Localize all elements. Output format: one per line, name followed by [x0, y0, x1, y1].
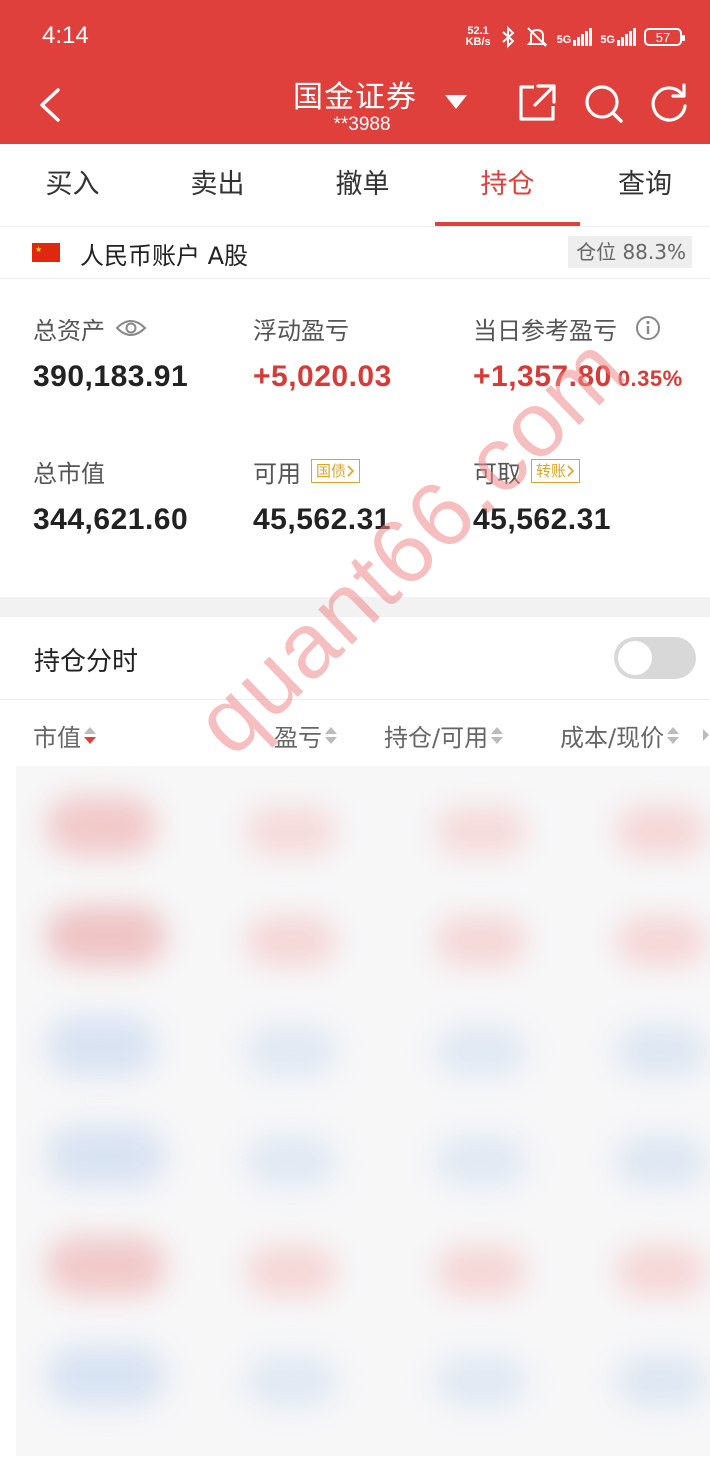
- realtime-toggle[interactable]: [614, 637, 696, 679]
- network-speed: 52.1 KB/s: [466, 26, 491, 48]
- blurred-row: [616, 1356, 706, 1406]
- toggle-knob: [618, 641, 652, 675]
- chevron-right-icon: [347, 465, 355, 477]
- realtime-holdings-label: 持仓分时: [34, 647, 139, 677]
- broker-title[interactable]: 国金证券: [293, 72, 417, 116]
- col-cost-price-label: 成本/现价: [560, 724, 665, 752]
- col-position-available-label: 持仓/可用: [384, 724, 489, 752]
- col-position-available[interactable]: 持仓/可用: [384, 718, 504, 753]
- available-label: 可用: [253, 459, 301, 488]
- blurred-row: [46, 906, 166, 966]
- status-bar: 4:14 52.1 KB/s 5G 5G 57: [0, 0, 710, 72]
- blurred-row: [46, 1126, 166, 1186]
- blurred-row: [46, 1346, 166, 1406]
- col-market-value[interactable]: 市值: [33, 718, 97, 753]
- col-market-value-label: 市值: [33, 724, 81, 752]
- blurred-row: [436, 806, 526, 856]
- blurred-row: [616, 916, 706, 966]
- blurred-row: [436, 916, 526, 966]
- market-value: 总市值 344,621.60: [33, 455, 188, 537]
- blurred-row: [616, 1246, 706, 1296]
- info-icon[interactable]: [635, 315, 661, 341]
- treasury-bond-tag: 国债: [316, 462, 347, 480]
- position-ratio-badge: 仓位 88.3%: [568, 236, 692, 268]
- sort-icon: [83, 724, 97, 748]
- col-cost-price[interactable]: 成本/现价: [560, 718, 680, 753]
- blurred-row: [46, 1016, 156, 1076]
- search-icon[interactable]: [582, 82, 624, 124]
- trade-tabs: 买入 卖出 撤单 持仓 查询: [0, 144, 710, 227]
- blurred-row: [246, 1136, 336, 1186]
- network-speed-unit: KB/s: [465, 36, 491, 48]
- blurred-row: [246, 1356, 336, 1406]
- treasury-bond-link[interactable]: 国债: [311, 459, 361, 483]
- blurred-row: [616, 1136, 706, 1186]
- blurred-row: [246, 1026, 336, 1076]
- share-icon[interactable]: [516, 82, 558, 124]
- blurred-row: [616, 1026, 706, 1076]
- holdings-column-headers: 市值 盈亏 持仓/可用 成本/现价: [0, 700, 710, 766]
- scroll-right-arrow-icon: [703, 729, 709, 741]
- position-label: 仓位: [576, 240, 617, 264]
- floating-pl: 浮动盈亏 +5,020.03: [253, 312, 392, 394]
- tab-cancel[interactable]: 撤单: [290, 144, 435, 226]
- tab-holdings[interactable]: 持仓: [435, 144, 580, 226]
- total-assets: 总资产 390,183.91: [33, 312, 188, 394]
- status-time: 4:14: [42, 22, 89, 49]
- market-value-value: 344,621.60: [33, 503, 189, 536]
- tab-buy[interactable]: 买入: [0, 144, 145, 226]
- holdings-list-blurred: [16, 766, 710, 1456]
- account-type-label[interactable]: 人民币账户 A股: [80, 236, 248, 271]
- network-type-1: 5G: [556, 34, 572, 46]
- sort-icon: [324, 724, 338, 748]
- floating-pl-value: +5,020.03: [253, 360, 392, 393]
- blurred-row: [246, 916, 336, 966]
- signal-1-icon: 5G: [557, 28, 593, 46]
- status-indicators: 52.1 KB/s 5G 5G 57: [466, 22, 685, 52]
- dropdown-triangle-icon[interactable]: [444, 94, 468, 110]
- sort-icon: [490, 724, 504, 748]
- tab-query[interactable]: 查询: [580, 144, 710, 226]
- bluetooth-icon: [501, 25, 515, 49]
- eye-icon[interactable]: [115, 317, 147, 339]
- mute-bell-icon: [526, 27, 548, 47]
- account-number[interactable]: **3988: [300, 114, 424, 136]
- total-assets-label: 总资产: [33, 316, 105, 345]
- account-line: ★ 人民币账户 A股 仓位 88.3%: [0, 228, 710, 279]
- battery-level: 57: [655, 29, 671, 45]
- refresh-icon[interactable]: [648, 82, 690, 124]
- floating-pl-label: 浮动盈亏: [253, 316, 349, 345]
- blurred-row: [436, 1356, 526, 1406]
- total-assets-value: 390,183.91: [33, 360, 189, 393]
- market-value-label: 总市值: [33, 459, 105, 488]
- blurred-row: [46, 796, 156, 856]
- china-flag-icon: ★: [32, 243, 60, 262]
- blurred-row: [246, 1246, 336, 1296]
- blurred-row: [46, 1236, 166, 1296]
- blurred-row: [436, 1246, 526, 1296]
- battery-icon: 57: [644, 28, 685, 46]
- position-value: 88.3%: [622, 240, 686, 264]
- signal-2-icon: 5G: [600, 28, 636, 46]
- blurred-row: [616, 806, 706, 856]
- sort-icon: [666, 724, 680, 748]
- network-type-2: 5G: [600, 34, 615, 46]
- blurred-row: [436, 1026, 526, 1076]
- tab-sell[interactable]: 卖出: [145, 144, 290, 226]
- app-header: 国金证券 **3988: [0, 72, 710, 144]
- blurred-row: [436, 1136, 526, 1186]
- blurred-row: [246, 806, 336, 856]
